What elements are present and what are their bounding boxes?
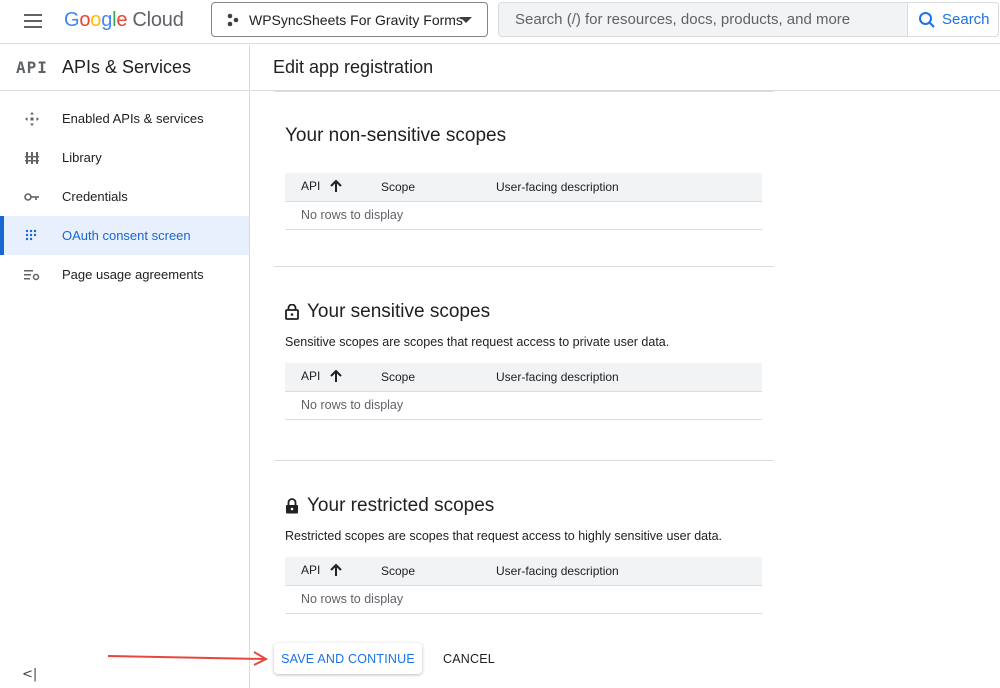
restricted-scopes-section: Your restricted scopes Restricted scopes… <box>274 461 774 614</box>
sidebar-title: APIs & Services <box>62 57 192 77</box>
lock-open-icon <box>285 304 299 320</box>
table-header-row: API Scope User-facing description <box>285 363 762 392</box>
logo-letter: g <box>101 9 113 31</box>
arrow-up-icon <box>330 563 343 579</box>
column-api[interactable]: API <box>285 363 381 392</box>
library-icon <box>22 148 42 168</box>
column-api[interactable]: API <box>285 173 381 202</box>
empty-state-text: No rows to display <box>285 391 762 420</box>
column-description: User-facing description <box>496 363 762 392</box>
column-scope: Scope <box>381 363 496 392</box>
section-description: Restricted scopes are scopes that reques… <box>285 529 723 543</box>
sidebar-item-page-usage[interactable]: Page usage agreements <box>0 255 249 294</box>
sidebar: API APIs & Services Enabled APIs & servi… <box>0 45 250 688</box>
column-label: API <box>301 368 321 383</box>
sidebar-nav: Enabled APIs & services Library Credenti… <box>0 99 249 294</box>
sidebar-item-library[interactable]: Library <box>0 138 249 177</box>
column-label: API <box>301 562 321 577</box>
page-title: Edit app registration <box>251 45 1000 91</box>
section-description: Sensitive scopes are scopes that request… <box>285 335 670 349</box>
sidebar-item-label: Library <box>62 150 102 165</box>
consent-icon <box>22 226 42 246</box>
logo-letter: o <box>90 9 102 31</box>
top-bar: Google Cloud WPSyncSheets For Gravity For… <box>0 0 1000 44</box>
sidebar-item-label: Credentials <box>62 189 128 204</box>
section-title-row: Your restricted scopes <box>285 495 763 517</box>
collapse-sidebar-button[interactable]: <| <box>22 667 37 682</box>
table-header-row: API Scope User-facing description <box>285 557 762 586</box>
sensitive-scopes-section: Your sensitive scopes Sensitive scopes a… <box>274 267 774 461</box>
empty-state-text: No rows to display <box>285 585 762 614</box>
arrow-up-icon <box>330 369 343 385</box>
dropdown-caret-icon <box>460 17 472 23</box>
google-cloud-logo[interactable]: Google Cloud <box>64 9 184 32</box>
sidebar-item-credentials[interactable]: Credentials <box>0 177 249 216</box>
scopes-table: API Scope User-facing description No row… <box>285 557 762 614</box>
search-icon <box>919 11 935 28</box>
column-description: User-facing description <box>496 557 762 586</box>
column-label: API <box>301 178 321 193</box>
table-row: No rows to display <box>285 391 762 420</box>
sidebar-item-label: Enabled APIs & services <box>62 111 204 126</box>
logo-letter: e <box>116 9 128 31</box>
logo-cloud-text: Cloud <box>132 9 184 31</box>
sidebar-item-oauth-consent[interactable]: OAuth consent screen <box>0 216 249 255</box>
section-title: Your non-sensitive scopes <box>285 125 507 146</box>
sidebar-item-enabled-apis[interactable]: Enabled APIs & services <box>0 99 249 138</box>
section-title-row: Your sensitive scopes <box>285 301 763 323</box>
section-title: Your restricted scopes <box>307 495 495 516</box>
table-row: No rows to display <box>285 201 762 230</box>
logo-letter: o <box>79 9 91 31</box>
column-scope: Scope <box>381 173 496 202</box>
sidebar-item-label: OAuth consent screen <box>62 228 191 243</box>
save-and-continue-button[interactable]: SAVE AND CONTINUE <box>274 643 422 674</box>
arrow-up-icon <box>330 179 343 195</box>
cancel-button[interactable]: CANCEL <box>434 643 504 674</box>
apis-icon <box>22 109 42 129</box>
menu-icon[interactable] <box>24 14 42 28</box>
footer-actions: SAVE AND CONTINUE CANCEL <box>274 643 504 674</box>
logo-letter: G <box>64 9 80 31</box>
sidebar-item-label: Page usage agreements <box>62 267 204 282</box>
sidebar-header: API APIs & Services <box>0 45 249 91</box>
table-row: No rows to display <box>285 585 762 614</box>
column-scope: Scope <box>381 557 496 586</box>
settings-list-icon <box>22 265 42 285</box>
annotation-arrow-icon <box>107 651 269 666</box>
scopes-content: Your non-sensitive scopes API Scope User… <box>274 91 774 614</box>
table-header-row: API Scope User-facing description <box>285 173 762 202</box>
section-title: Your sensitive scopes <box>307 301 491 322</box>
search-input[interactable] <box>515 11 895 28</box>
column-description: User-facing description <box>496 173 762 202</box>
non-sensitive-scopes-section: Your non-sensitive scopes API Scope User… <box>274 91 774 267</box>
key-icon <box>22 187 42 207</box>
empty-state-text: No rows to display <box>285 201 762 230</box>
project-name: WPSyncSheets For Gravity Forms <box>249 11 463 28</box>
search-box <box>498 2 908 37</box>
divider <box>274 91 774 92</box>
lock-icon <box>286 498 298 514</box>
project-icon <box>227 13 239 26</box>
search-button[interactable]: Search <box>907 2 999 37</box>
scopes-table: API Scope User-facing description No row… <box>285 173 762 230</box>
scopes-table: API Scope User-facing description No row… <box>285 363 762 420</box>
column-api[interactable]: API <box>285 557 381 586</box>
main-content: Edit app registration Your non-sensitive… <box>251 45 1000 688</box>
search-button-label: Search <box>942 11 990 28</box>
project-picker[interactable]: WPSyncSheets For Gravity Forms <box>211 2 488 37</box>
api-logo: API <box>16 58 48 77</box>
